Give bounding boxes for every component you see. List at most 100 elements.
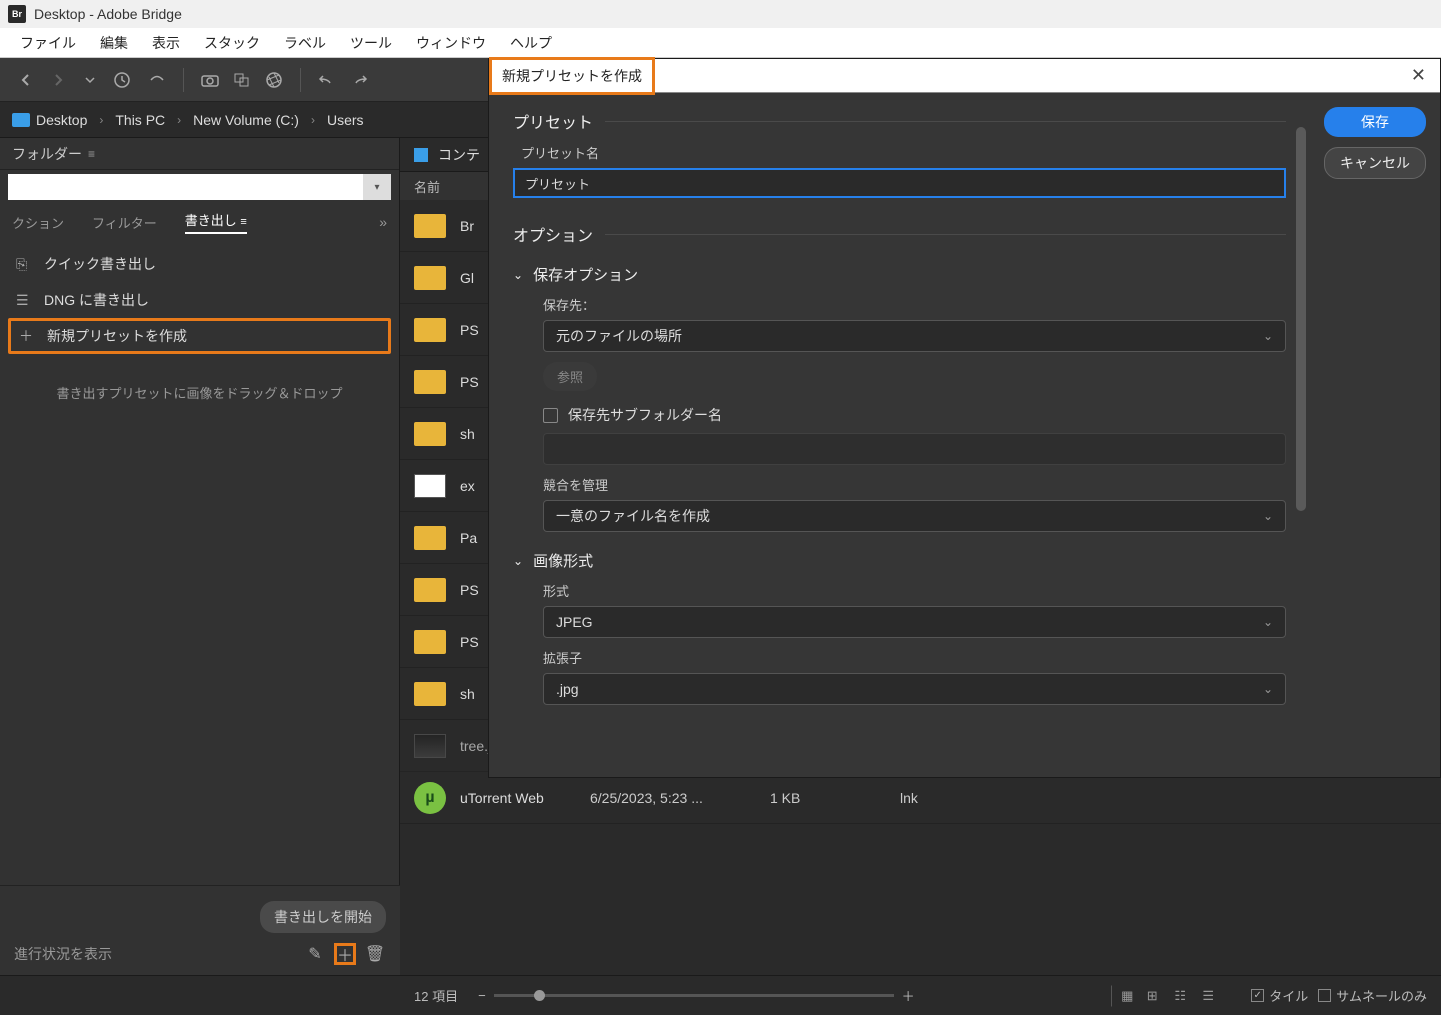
folder-icon — [414, 266, 446, 290]
forward-button[interactable] — [45, 67, 71, 93]
chevron-down-icon: ⌄ — [1263, 509, 1273, 523]
preset-name-input[interactable] — [513, 168, 1286, 198]
folder-icon — [414, 578, 446, 602]
desktop-icon — [12, 113, 30, 127]
view-thumb-icon[interactable]: ⊞ — [1139, 985, 1165, 1007]
zoom-in-icon[interactable]: ＋ — [902, 986, 915, 1005]
subfolder-checkbox[interactable]: 保存先サブフォルダー名 — [543, 405, 1286, 425]
edit-icon[interactable]: ✎ — [304, 943, 326, 965]
cancel-button[interactable]: キャンセル — [1324, 147, 1426, 179]
folder-icon — [414, 526, 446, 550]
trash-icon[interactable]: 🗑 — [364, 943, 386, 965]
zoom-out-icon[interactable]: − — [478, 988, 486, 1003]
path-field-row: ▾ — [0, 170, 399, 206]
menu-view[interactable]: 表示 — [140, 29, 192, 57]
col-name[interactable]: 名前 — [414, 177, 440, 196]
chevron-down-icon: ⌄ — [1263, 615, 1273, 629]
view-detail-icon[interactable]: ☷ — [1167, 985, 1193, 1007]
breadcrumb-users[interactable]: Users — [327, 112, 364, 128]
folder-icon — [414, 214, 446, 238]
preset-name-label: プリセット名 — [521, 143, 1286, 162]
chevron-down-icon: ⌄ — [513, 268, 523, 282]
menu-edit[interactable]: 編集 — [88, 29, 140, 57]
tile-checkbox[interactable]: ✓タイル — [1251, 986, 1308, 1005]
menu-tools[interactable]: ツール — [338, 29, 404, 57]
breadcrumb-thispc[interactable]: This PC — [115, 112, 165, 128]
export-footer: 書き出しを開始 進行状況を表示 ✎ ＋ 🗑 — [0, 885, 400, 975]
thumbnail-slider[interactable]: − ＋ — [478, 986, 1087, 1005]
folder-icon — [414, 630, 446, 654]
hamburger-icon: ≡ — [240, 216, 246, 228]
preset-section-title: プリセット — [513, 109, 1286, 133]
thumb-only-checkbox[interactable]: サムネールのみ — [1318, 986, 1427, 1005]
chevron-right-icon: › — [311, 113, 315, 127]
back-button[interactable] — [13, 67, 39, 93]
menu-stack[interactable]: スタック — [192, 29, 272, 57]
tab-collection[interactable]: クション — [12, 213, 64, 232]
menubar: ファイル 編集 表示 スタック ラベル ツール ウィンドウ ヘルプ — [0, 28, 1441, 58]
options-section-title: オプション — [513, 222, 1286, 246]
breadcrumb-desktop[interactable]: Desktop — [12, 112, 87, 128]
dng-export-item[interactable]: ☰DNG に書き出し — [8, 282, 391, 318]
boomerang-icon[interactable] — [144, 67, 170, 93]
start-export-button[interactable]: 書き出しを開始 — [260, 901, 386, 933]
export-list: ⎘クイック書き出し ☰DNG に書き出し ＋新規プリセットを作成 書き出すプリセ… — [0, 238, 399, 413]
add-preset-icon[interactable]: ＋ — [334, 943, 356, 965]
menu-file[interactable]: ファイル — [8, 29, 88, 57]
format-label: 形式 — [543, 581, 1286, 600]
slider-thumb[interactable] — [534, 990, 545, 1001]
new-preset-item[interactable]: ＋新規プリセットを作成 — [8, 318, 391, 354]
export-hint: 書き出すプリセットに画像をドラッグ＆ドロップ — [8, 384, 391, 405]
more-tabs-icon[interactable]: » — [379, 214, 387, 230]
chevron-down-icon: ⌄ — [513, 554, 523, 568]
redo-icon[interactable] — [346, 67, 372, 93]
folder-panel-header[interactable]: フォルダー≡ — [0, 138, 399, 170]
dialog-scrollbar[interactable] — [1296, 127, 1306, 767]
item-count: 12 項目 — [414, 986, 458, 1005]
path-input[interactable] — [8, 174, 363, 200]
app-icon: Br — [8, 5, 26, 23]
breadcrumb-volume[interactable]: New Volume (C:) — [193, 112, 299, 128]
path-dropdown-icon[interactable]: ▾ — [363, 174, 391, 200]
save-button[interactable]: 保存 — [1324, 107, 1426, 137]
menu-window[interactable]: ウィンドウ — [404, 29, 498, 57]
camera-icon[interactable] — [197, 67, 223, 93]
tab-filter[interactable]: フィルター — [92, 213, 157, 232]
subfolder-input — [543, 433, 1286, 465]
recent-button[interactable] — [109, 67, 135, 93]
parent-button[interactable] — [77, 67, 103, 93]
hamburger-icon[interactable]: ≡ — [88, 147, 95, 161]
menu-label[interactable]: ラベル — [272, 29, 338, 57]
format-select[interactable]: JPEG⌄ — [543, 606, 1286, 638]
save-dest-select[interactable]: 元のファイルの場所⌄ — [543, 320, 1286, 352]
image-format-header[interactable]: ⌄画像形式 — [513, 550, 1286, 571]
content-tab-label[interactable]: コンテ — [438, 145, 480, 165]
chevron-right-icon: › — [177, 113, 181, 127]
window-title: Desktop - Adobe Bridge — [34, 6, 182, 22]
checkbox-icon — [543, 408, 558, 423]
aperture-icon[interactable] — [261, 67, 287, 93]
save-dest-label: 保存先： — [543, 295, 1286, 314]
table-row[interactable]: µ uTorrent Web 6/25/2023, 5:23 ... 1 KB … — [400, 772, 1441, 824]
chevron-right-icon: › — [99, 113, 103, 127]
browse-button[interactable]: 参照 — [543, 362, 597, 391]
view-list-icon[interactable]: ☰ — [1195, 985, 1221, 1007]
dialog-titlebar: 新規プリセットを作成 ✕ — [489, 59, 1440, 93]
progress-label[interactable]: 進行状況を表示 — [14, 944, 296, 964]
conflict-select[interactable]: 一意のファイル名を作成⌄ — [543, 500, 1286, 532]
refine-icon[interactable] — [229, 67, 255, 93]
dialog-buttons: 保存 キャンセル — [1310, 93, 1440, 777]
dialog-content: プリセット プリセット名 オプション ⌄保存オプション 保存先： 元のファイルの… — [489, 93, 1310, 777]
chevron-down-icon: ⌄ — [1263, 329, 1273, 343]
tab-export[interactable]: 書き出し ≡ — [185, 210, 247, 234]
save-options-header[interactable]: ⌄保存オプション — [513, 264, 1286, 285]
ext-select[interactable]: .jpg⌄ — [543, 673, 1286, 705]
undo-icon[interactable] — [314, 67, 340, 93]
quick-export-item[interactable]: ⎘クイック書き出し — [8, 246, 391, 282]
status-bar: 12 項目 − ＋ ▦ ⊞ ☷ ☰ ✓タイル サムネールのみ — [0, 975, 1441, 1015]
view-grid-icon[interactable]: ▦ — [1111, 985, 1137, 1007]
menu-help[interactable]: ヘルプ — [498, 29, 564, 57]
file-icon — [414, 474, 446, 498]
select-all-checkbox[interactable] — [414, 148, 428, 162]
close-icon[interactable]: ✕ — [1397, 65, 1440, 86]
